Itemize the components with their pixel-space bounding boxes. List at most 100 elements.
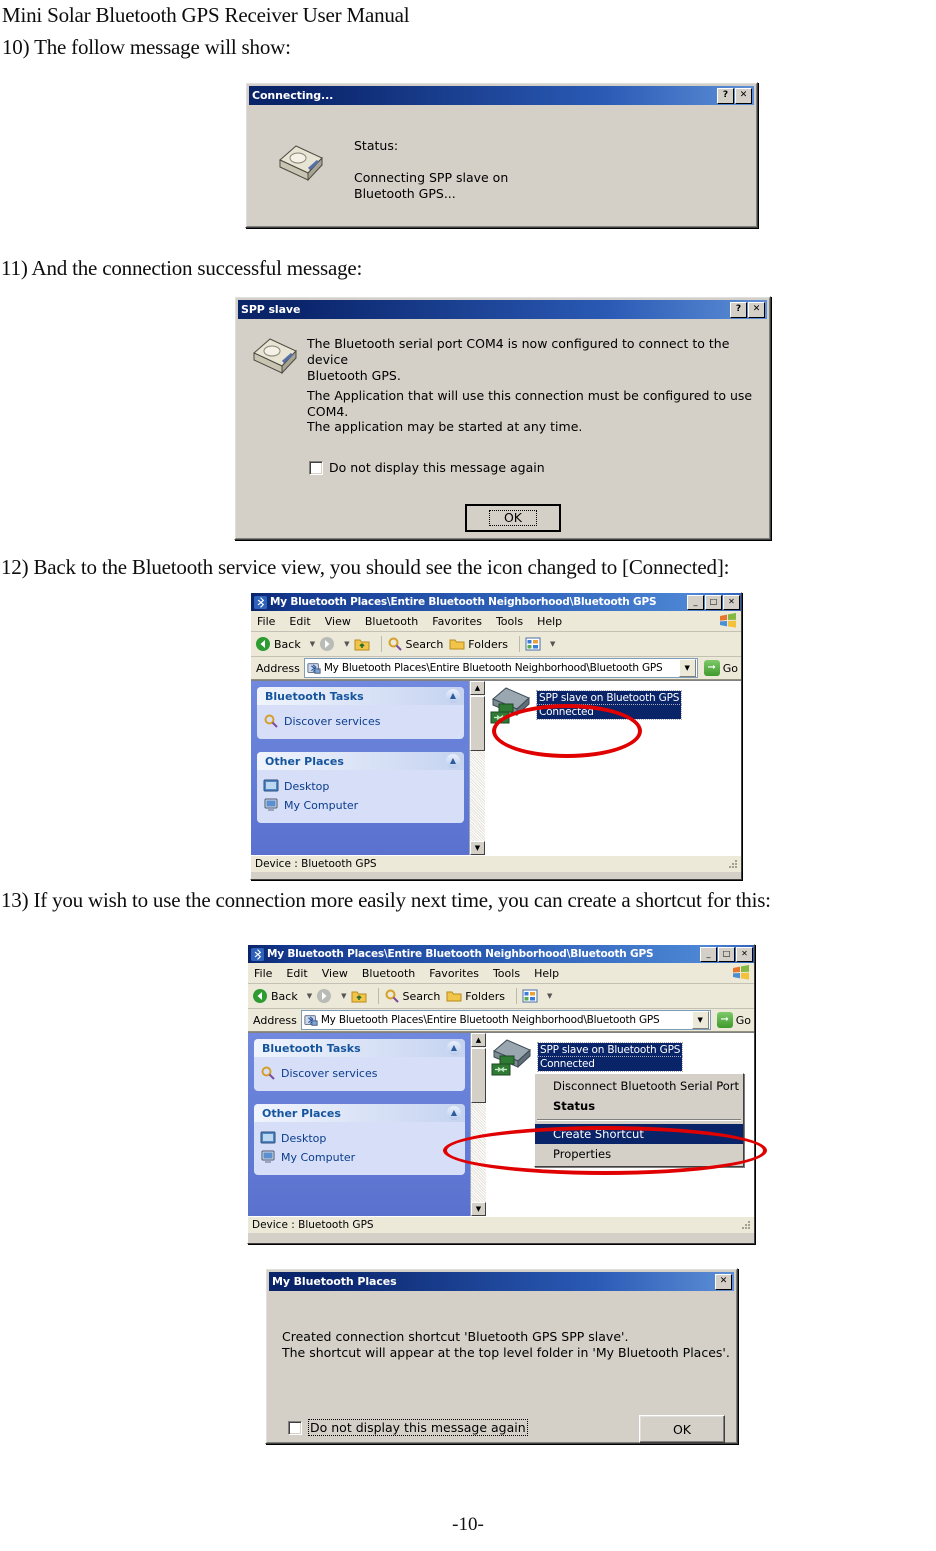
address-input[interactable]: My Bluetooth Places\Entire Bluetooth Nei… [303, 658, 698, 678]
views-dropdown-caret-icon[interactable]: ▼ [550, 640, 555, 648]
folders-button[interactable]: Folders [449, 636, 508, 652]
scrollbar-thumb[interactable] [470, 696, 485, 751]
go-button[interactable]: ➞ Go [716, 1012, 751, 1028]
explorer-2-toolbar: Back ▼ ▼ Search Folders ▼ [248, 984, 754, 1009]
step-13-text: 13) If you wish to use the connection mo… [1, 888, 771, 912]
do-not-display-checkbox[interactable] [288, 1420, 302, 1435]
search-icon [388, 637, 402, 651]
views-button[interactable] [522, 988, 538, 1004]
menu-help[interactable]: Help [537, 615, 562, 628]
menu-view[interactable]: View [325, 615, 351, 628]
views-button[interactable] [525, 636, 541, 652]
close-icon[interactable]: ✕ [723, 594, 740, 610]
chevron-up-icon[interactable]: ▲ [447, 1106, 461, 1120]
bluetooth-serial-port-connected-icon [491, 1039, 531, 1076]
maximize-button[interactable]: □ [705, 594, 722, 610]
chevron-up-icon[interactable]: ▲ [446, 689, 460, 703]
scroll-down-button[interactable]: ▼ [471, 1202, 486, 1216]
maximize-button[interactable]: □ [718, 946, 735, 962]
magnifier-icon [261, 1066, 275, 1080]
close-icon[interactable]: ✕ [736, 946, 753, 962]
panel-bluetooth-tasks-header[interactable]: Bluetooth Tasks ▲ [254, 1039, 465, 1057]
sidebar-item-my-computer[interactable]: My Computer [260, 1149, 461, 1165]
list-item-spp-slave[interactable]: SPP slave on Bluetooth GPS Connected [490, 1037, 684, 1077]
scroll-up-button[interactable]: ▲ [470, 681, 485, 695]
scroll-up-button[interactable]: ▲ [471, 1033, 486, 1047]
context-menu-item-disconnect[interactable]: Disconnect Bluetooth Serial Port [535, 1076, 743, 1096]
back-dropdown-caret-icon[interactable]: ▼ [310, 640, 315, 648]
scrollbar-thumb[interactable] [471, 1048, 486, 1103]
serial-port-connector-icon [279, 145, 323, 182]
menu-favorites[interactable]: Favorites [429, 967, 479, 980]
menu-help[interactable]: Help [534, 967, 559, 980]
context-menu-item-properties[interactable]: Properties [535, 1144, 743, 1164]
sidebar-item-label: Discover services [284, 714, 381, 728]
forward-dropdown-caret-icon[interactable]: ▼ [341, 992, 346, 1000]
close-icon[interactable]: ✕ [715, 1273, 732, 1290]
folders-button[interactable]: Folders [446, 988, 505, 1004]
menu-view[interactable]: View [322, 967, 348, 980]
sidebar-item-label: Discover services [281, 1066, 378, 1080]
menu-favorites[interactable]: Favorites [432, 615, 482, 628]
menu-bluetooth[interactable]: Bluetooth [365, 615, 418, 628]
explorer-2-scrollbar[interactable]: ▲ ▼ [470, 1033, 486, 1216]
minimize-button[interactable]: _ [700, 946, 717, 962]
search-button[interactable]: Search [387, 636, 443, 652]
forward-button[interactable] [319, 636, 335, 652]
forward-dropdown-caret-icon[interactable]: ▼ [344, 640, 349, 648]
search-button[interactable]: Search [384, 988, 440, 1004]
address-label: Address [256, 661, 300, 675]
ok-button[interactable]: OK [639, 1415, 725, 1443]
views-dropdown-caret-icon[interactable]: ▼ [547, 992, 552, 1000]
explorer-1-content[interactable]: SPP slave on Bluetooth GPS Connected [485, 681, 741, 855]
close-icon[interactable]: ✕ [735, 87, 752, 104]
views-icon [525, 637, 541, 651]
panel-bluetooth-tasks-header[interactable]: Bluetooth Tasks ▲ [257, 687, 464, 705]
menu-file[interactable]: File [257, 615, 275, 628]
up-button[interactable] [354, 636, 370, 652]
help-button[interactable]: ? [730, 301, 747, 318]
scroll-down-button[interactable]: ▼ [470, 841, 485, 855]
menu-bluetooth[interactable]: Bluetooth [362, 967, 415, 980]
do-not-display-checkbox-row[interactable]: Do not display this message again [309, 460, 545, 475]
address-dropdown-caret-icon[interactable]: ▼ [691, 1011, 709, 1029]
back-button[interactable]: Back [252, 988, 298, 1004]
sidebar-item-desktop[interactable]: Desktop [260, 1130, 461, 1146]
help-button[interactable]: ? [717, 87, 734, 104]
windows-flag-icon [732, 965, 750, 980]
resize-grip-icon[interactable] [740, 1219, 752, 1231]
menu-edit[interactable]: Edit [286, 967, 307, 980]
connecting-dialog: Connecting... ? ✕ Status: Connecting SPP… [245, 82, 758, 228]
up-button[interactable] [351, 988, 367, 1004]
chevron-up-icon[interactable]: ▲ [447, 1041, 461, 1055]
ok-button[interactable]: OK [465, 504, 561, 532]
explorer-2-sidebar: Bluetooth Tasks ▲ Discover services Othe… [248, 1033, 470, 1216]
back-button[interactable]: Back [255, 636, 301, 652]
do-not-display-checkbox[interactable] [309, 460, 323, 475]
forward-button[interactable] [316, 988, 332, 1004]
list-item-spp-slave[interactable]: SPP slave on Bluetooth GPS Connected [489, 685, 683, 725]
context-menu-item-create-shortcut[interactable]: Create Shortcut [535, 1124, 743, 1144]
panel-other-places-header[interactable]: Other Places ▲ [257, 752, 464, 770]
go-button[interactable]: ➞ Go [703, 660, 738, 676]
sidebar-item-discover-services[interactable]: Discover services [263, 713, 460, 729]
sidebar-item-desktop[interactable]: Desktop [263, 778, 460, 794]
context-menu-item-status[interactable]: Status [535, 1096, 743, 1116]
menu-tools[interactable]: Tools [493, 967, 520, 980]
back-dropdown-caret-icon[interactable]: ▼ [307, 992, 312, 1000]
menu-edit[interactable]: Edit [289, 615, 310, 628]
menu-file[interactable]: File [254, 967, 272, 980]
address-dropdown-caret-icon[interactable]: ▼ [678, 659, 696, 677]
do-not-display-checkbox-row[interactable]: Do not display this message again [288, 1419, 528, 1436]
resize-grip-icon[interactable] [727, 858, 739, 870]
minimize-button[interactable]: _ [687, 594, 704, 610]
panel-other-places-header[interactable]: Other Places ▲ [254, 1104, 465, 1122]
close-icon[interactable]: ✕ [748, 301, 765, 318]
sidebar-item-discover-services[interactable]: Discover services [260, 1065, 461, 1081]
menu-tools[interactable]: Tools [496, 615, 523, 628]
explorer-1-scrollbar[interactable]: ▲ ▼ [469, 681, 485, 855]
explorer-2-content[interactable]: SPP slave on Bluetooth GPS Connected Dis… [486, 1033, 754, 1216]
address-input[interactable]: My Bluetooth Places\Entire Bluetooth Nei… [300, 1010, 711, 1030]
sidebar-item-my-computer[interactable]: My Computer [263, 797, 460, 813]
chevron-up-icon[interactable]: ▲ [446, 754, 460, 768]
